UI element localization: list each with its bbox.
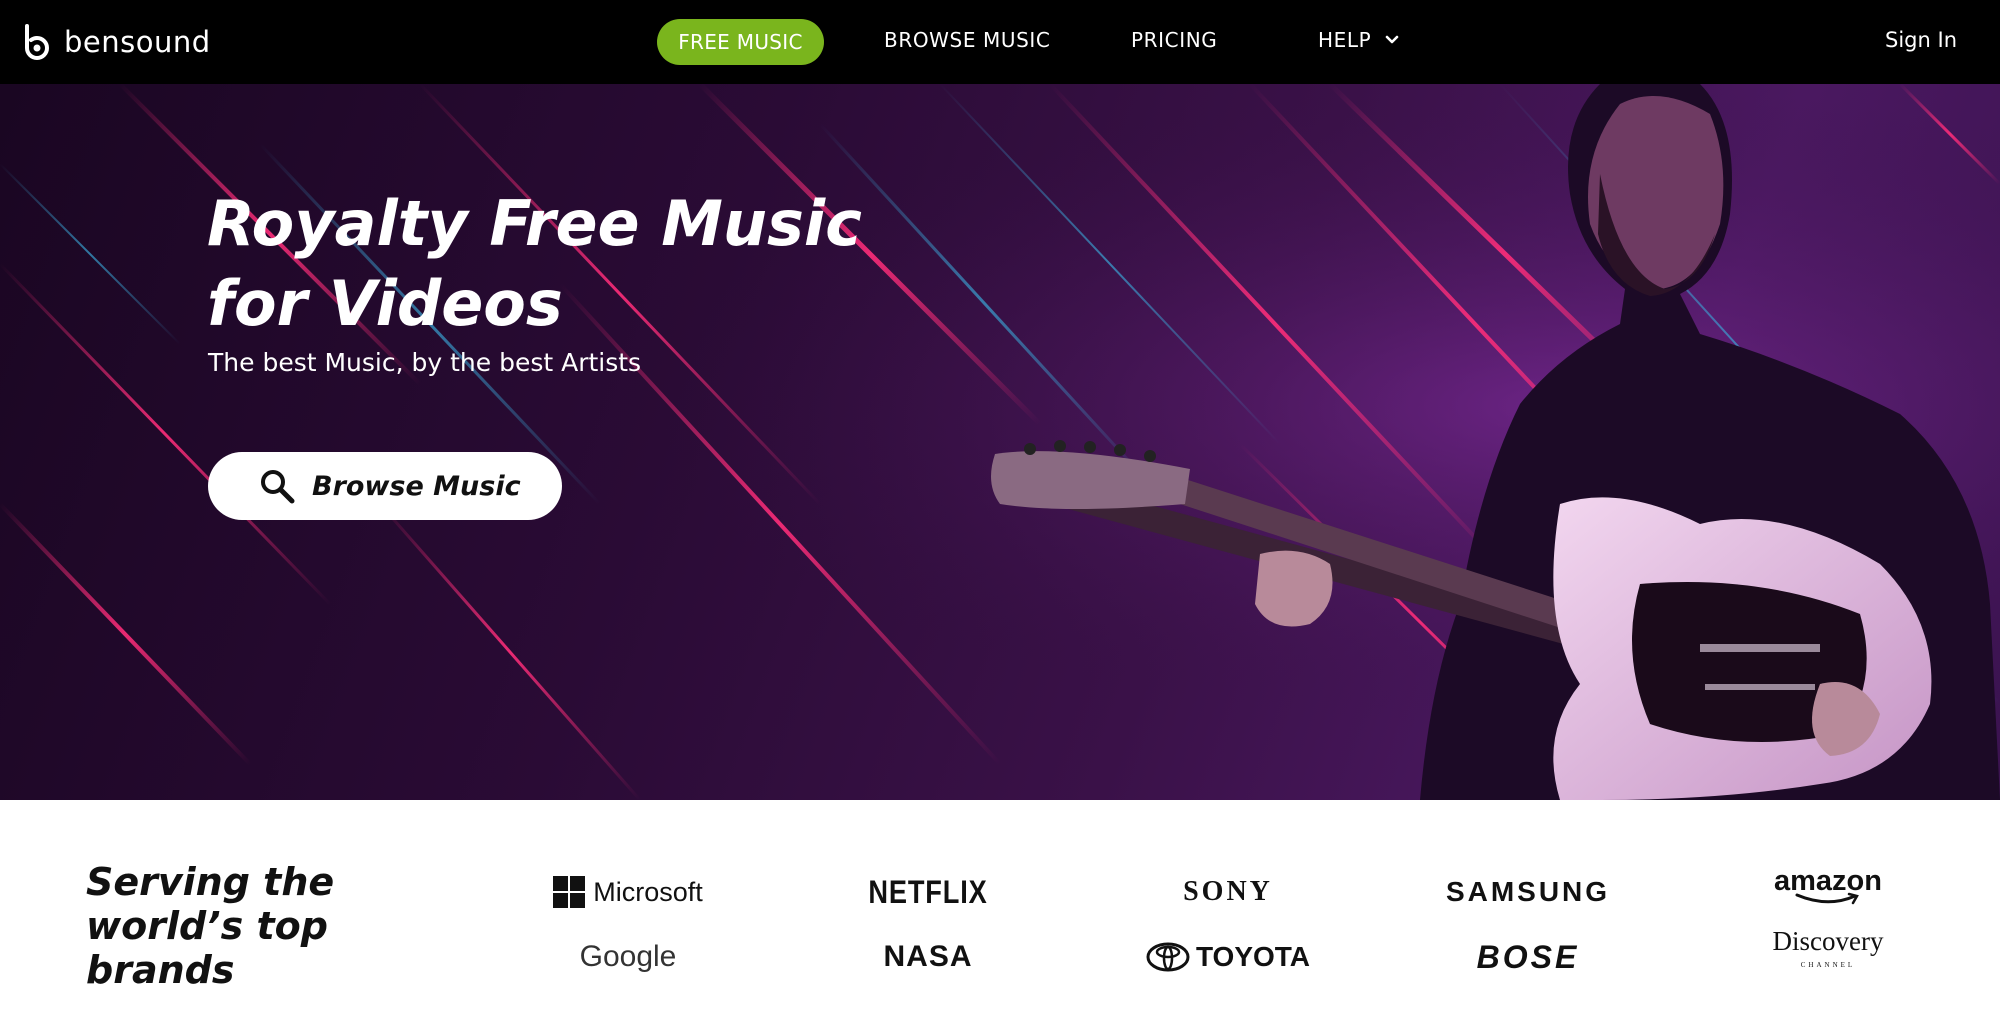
amazon-smile-icon xyxy=(1795,892,1859,904)
google-logo: Google xyxy=(579,940,677,973)
sign-in-link[interactable]: Sign In xyxy=(1885,28,1957,52)
hero-title: Royalty Free Music for Videos xyxy=(207,184,907,344)
discovery-logo-subtext: CHANNEL xyxy=(1800,961,1856,969)
microsoft-logo: Microsoft xyxy=(508,867,748,917)
sony-logo: SONY xyxy=(1183,876,1273,907)
nav-pricing[interactable]: PRICING xyxy=(1131,28,1217,52)
chevron-down-icon xyxy=(1385,35,1399,44)
browse-music-button[interactable]: Browse Music xyxy=(208,452,562,520)
search-icon xyxy=(261,470,295,504)
nav-help-label: HELP xyxy=(1318,28,1372,52)
nav-help[interactable]: HELP xyxy=(1318,28,1399,52)
top-navigation: bensound FREE MUSIC BROWSE MUSIC PRICING… xyxy=(0,0,2000,84)
brands-heading-line-1: Serving the xyxy=(86,860,335,904)
discovery-logo: Discovery CHANNEL xyxy=(1708,928,1948,978)
hero-subtitle: The best Music, by the best Artists xyxy=(208,348,642,377)
microsoft-logo-text: Microsoft xyxy=(593,876,703,907)
hero-title-line-1: Royalty Free Music xyxy=(207,187,862,260)
toyota-emblem-icon xyxy=(1146,942,1190,972)
toyota-logo-text: TOYOTA xyxy=(1195,941,1311,972)
brands-heading: Serving the world’s top brands xyxy=(86,860,406,992)
microsoft-squares-icon xyxy=(553,876,586,908)
bensound-logo[interactable]: bensound xyxy=(22,24,211,60)
netflix-logo: NETFLIX xyxy=(868,873,988,910)
hero-title-line-2: for Videos xyxy=(207,267,563,340)
nasa-logo: NASA xyxy=(883,940,973,973)
discovery-logo-text: Discovery xyxy=(1772,926,1884,956)
nav-free-music[interactable]: FREE MUSIC xyxy=(657,19,824,65)
nav-browse-music[interactable]: BROWSE MUSIC xyxy=(884,28,1050,52)
hero-banner: Royalty Free Music for Videos The best M… xyxy=(0,84,2000,800)
brands-heading-line-3: brands xyxy=(86,948,235,992)
logo-text: bensound xyxy=(64,25,211,59)
bose-logo: BOSE xyxy=(1476,938,1580,975)
samsung-logo: SAMSUNG xyxy=(1445,876,1611,907)
amazon-logo: amazon xyxy=(1708,860,1948,910)
brands-heading-line-2: world’s top xyxy=(86,904,328,948)
browse-music-button-label: Browse Music xyxy=(312,470,521,502)
bensound-logo-icon xyxy=(25,24,49,60)
brands-section: Serving the world’s top brands Microsoft… xyxy=(0,800,2000,1024)
toyota-logo: TOYOTA xyxy=(1108,932,1348,982)
